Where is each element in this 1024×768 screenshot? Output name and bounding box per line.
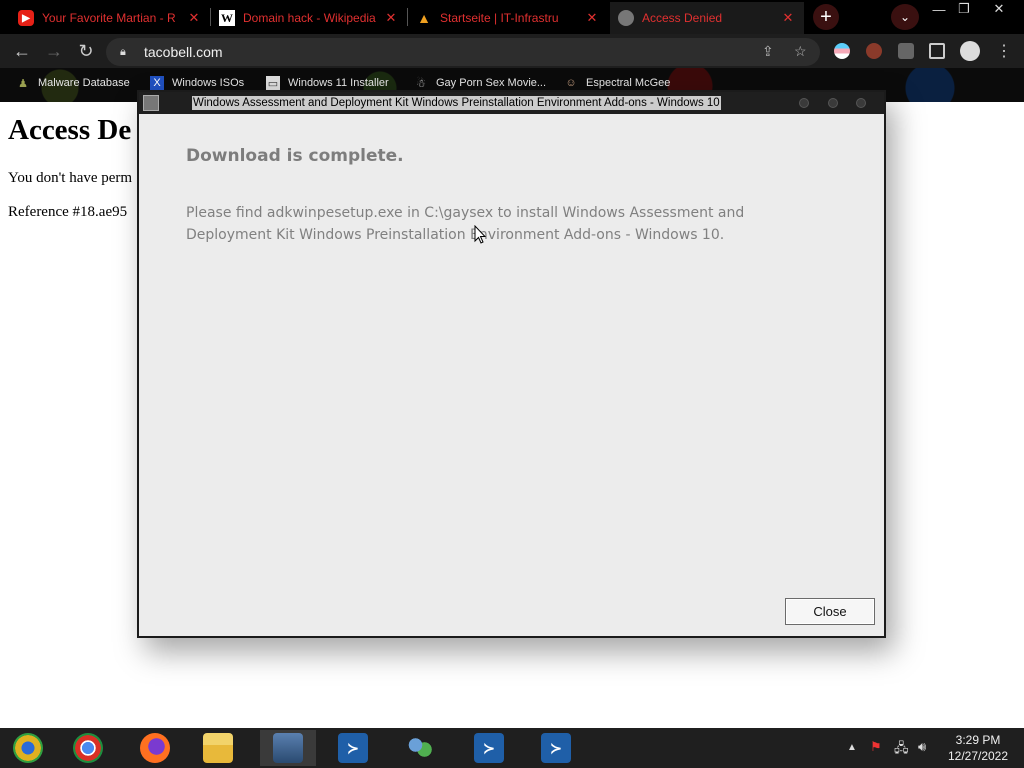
tab-title: Access Denied [642, 11, 723, 25]
bookmark-label: Windows 11 Installer [288, 77, 389, 89]
dialog-title: Windows Assessment and Deployment Kit Wi… [192, 96, 721, 110]
address-bar[interactable]: 🔒︎ tacobell.com ⇪ ☆ [106, 38, 820, 66]
file-explorer-icon [203, 733, 233, 763]
new-tab-button[interactable]: + [813, 4, 839, 30]
dialog-title-bar[interactable]: Windows Assessment and Deployment Kit Wi… [139, 92, 884, 114]
chrome-alt-icon [13, 733, 43, 763]
taskbar-app[interactable] [127, 730, 183, 766]
close-tab-icon[interactable]: ✕ [383, 10, 399, 26]
page-heading: Access De [8, 114, 132, 146]
network-icon[interactable]: 🖧︎ [894, 739, 909, 761]
bookmark-espectral-mcgee[interactable]: ☺ Espectral McGee [564, 76, 670, 90]
installer-dialog: Windows Assessment and Deployment Kit Wi… [137, 90, 886, 638]
warning-triangle-icon: ▲ [417, 10, 431, 26]
wikipedia-icon: W [219, 10, 235, 26]
bookmark-malware-database[interactable]: ♟ Malware Database [16, 76, 130, 90]
image-icon: ▭ [266, 76, 280, 90]
firefox-icon [140, 733, 170, 763]
url-text: tacobell.com [144, 44, 223, 60]
taskbar-app[interactable]: ≻ [325, 730, 381, 766]
bookmark-label: Espectral McGee [586, 77, 671, 89]
clock-date: 12/27/2022 [947, 749, 1009, 763]
tab-title: Domain hack - Wikipedia [243, 11, 376, 25]
chrome-icon [73, 733, 103, 763]
extension-avatar-icon[interactable] [866, 43, 882, 59]
clock-time: 3:29 PM [955, 733, 1001, 747]
dialog-message: Please find adkwinpesetup.exe in C:\gays… [186, 205, 745, 243]
taskbar-app[interactable]: ≻ [461, 730, 517, 766]
x-icon: X [150, 76, 164, 90]
tab-title: Startseite | IT-Infrastru [440, 11, 559, 25]
extension-flag-icon[interactable] [834, 43, 850, 59]
taskbar: ≻ ≻ ≻ ▲ ⚑ 🖧︎ 🔊︎ 3:29 PM 12/27/2022 [0, 728, 1024, 768]
lock-icon: 🔒︎ [120, 45, 126, 58]
close-tab-icon[interactable]: ✕ [584, 10, 600, 26]
figure-icon: ☃ [416, 77, 426, 90]
maximize-dot-button[interactable] [828, 98, 838, 108]
taskbar-app[interactable] [190, 730, 246, 766]
tab-access-denied[interactable]: Access Denied ✕ [610, 2, 804, 34]
users-icon [405, 733, 435, 763]
action-center-flag-icon[interactable]: ⚑ [870, 739, 882, 755]
bookmark-windows-11-installer[interactable]: ▭ Windows 11 Installer [266, 76, 389, 90]
extensions-puzzle-icon[interactable] [898, 43, 914, 59]
reload-icon[interactable]: ↻ [74, 39, 98, 63]
youtube-icon: ▶ [18, 10, 34, 26]
reference-text: Reference #18.ae95 [8, 204, 128, 220]
close-tab-icon[interactable]: ✕ [186, 10, 202, 26]
taskbar-app-active[interactable] [260, 730, 316, 766]
taskbar-app[interactable] [0, 730, 56, 766]
share-icon[interactable]: ⇪ [762, 43, 774, 60]
bookmark-windows-isos[interactable]: X Windows ISOs [150, 76, 244, 90]
bookmark-movie[interactable]: ☃ Gay Porn Sex Movie... [414, 76, 546, 90]
system-clock[interactable]: 3:29 PM 12/27/2022 [938, 732, 1018, 764]
powershell-icon: ≻ [338, 733, 368, 763]
person-icon: ♟ [18, 77, 28, 90]
page-paragraph: You don't have perm [8, 170, 133, 186]
powershell-icon: ≻ [541, 733, 571, 763]
tab-strip: ▶ Your Favorite Martian - R ✕ W Domain h… [0, 0, 1024, 34]
back-arrow-icon[interactable]: ← [10, 39, 34, 63]
mouse-cursor-icon [474, 225, 486, 244]
profile-avatar-icon[interactable] [960, 41, 980, 61]
bookmark-label: Malware Database [38, 77, 130, 89]
taskbar-app[interactable]: ≻ [528, 730, 584, 766]
tab-domain-hack[interactable]: W Domain hack - Wikipedia ✕ [211, 2, 407, 34]
tab-title: Your Favorite Martian - R [42, 11, 176, 25]
close-dot-button[interactable] [856, 98, 866, 108]
bookmark-star-icon[interactable]: ☆ [794, 43, 807, 60]
volume-icon[interactable]: 🔊︎ [918, 739, 926, 755]
browser-toolbar: ← → ↻ 🔒︎ tacobell.com ⇪ ☆ ⋮ [0, 34, 1024, 68]
close-button[interactable]: Close [785, 598, 875, 625]
side-panel-icon[interactable] [929, 43, 945, 59]
tab-search-button[interactable]: ⌄ [891, 4, 919, 30]
close-window-button[interactable]: ✕ [982, 0, 1016, 18]
powershell-icon: ≻ [474, 733, 504, 763]
face-icon: ☺ [565, 77, 577, 89]
taskbar-app[interactable] [60, 730, 116, 766]
dialog-heading: Download is complete. [186, 146, 404, 166]
taskbar-app[interactable] [392, 730, 448, 766]
minimize-dot-button[interactable] [799, 98, 809, 108]
installer-app-icon [143, 95, 159, 111]
bookmark-label: Gay Porn Sex Movie... [436, 77, 547, 89]
close-tab-icon[interactable]: ✕ [780, 10, 796, 26]
restore-window-button[interactable]: ❐ [947, 0, 981, 18]
globe-icon [618, 10, 634, 26]
tab-your-favorite-martian[interactable]: ▶ Your Favorite Martian - R ✕ [10, 2, 210, 34]
menu-kebab-icon[interactable]: ⋮ [992, 39, 1016, 63]
network-installer-icon [273, 733, 303, 763]
show-hidden-icons-icon[interactable]: ▲ [847, 742, 857, 753]
bookmark-label: Windows ISOs [172, 77, 245, 89]
tab-startseite[interactable]: ▲ Startseite | IT-Infrastru ✕ [408, 2, 608, 34]
forward-arrow-icon[interactable]: → [42, 39, 66, 63]
